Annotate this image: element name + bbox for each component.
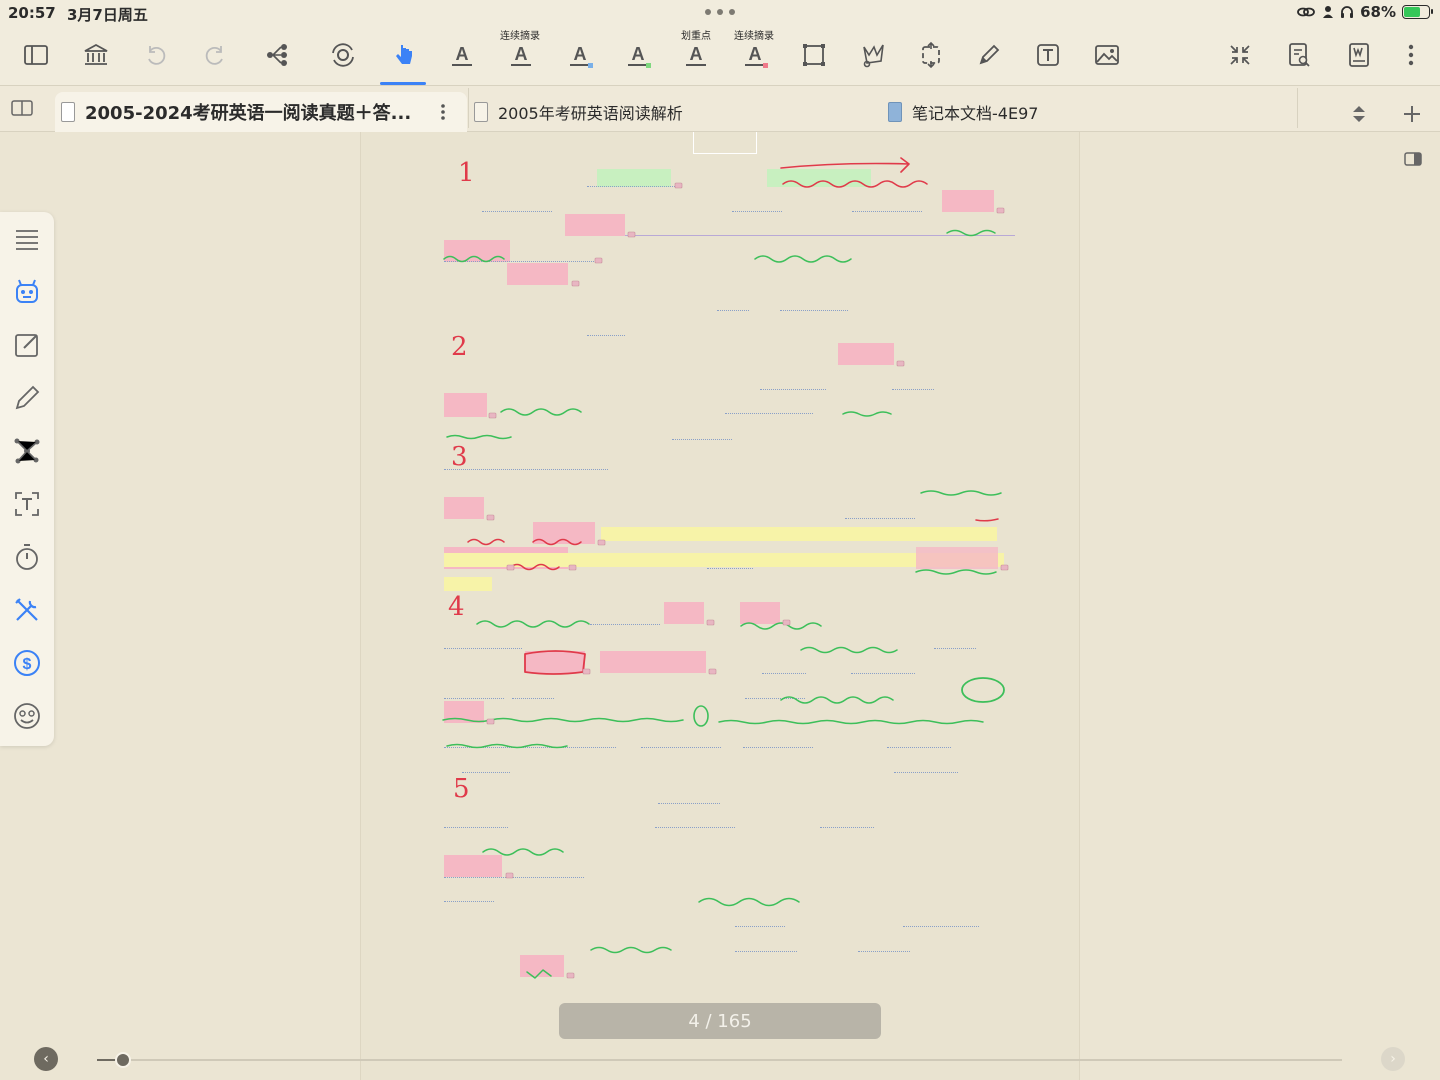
crop-expand-icon[interactable] (914, 38, 948, 72)
document-tab-bar: 2005-2024考研英语一阅读真题＋答... 2005年考研英语阅读解析 笔记… (0, 86, 1440, 132)
page-slider-thumb[interactable] (115, 1052, 131, 1068)
tab-more-icon[interactable] (435, 102, 451, 122)
page-indicator: 4 / 165 (559, 1003, 881, 1039)
person-icon (1323, 6, 1334, 18)
link-icon (1297, 7, 1315, 17)
right-panel-toggle-icon[interactable] (1403, 150, 1423, 172)
status-time: 20:57 (8, 4, 56, 22)
text-highlight-blue-icon[interactable]: A (563, 38, 597, 72)
redo-icon[interactable] (198, 38, 232, 72)
svg-text:A: A (690, 44, 703, 64)
rectangle-select-icon[interactable] (797, 38, 831, 72)
text-highlight-icon[interactable]: A (445, 38, 479, 72)
pdf-page[interactable]: 1 2 3 4 5 (360, 132, 1080, 1080)
split-view-icon[interactable] (10, 96, 38, 120)
undo-icon[interactable] (139, 38, 173, 72)
mindmap-icon[interactable] (260, 38, 294, 72)
svg-text:$: $ (23, 656, 32, 673)
bookmark-book-icon[interactable] (1342, 38, 1376, 72)
svg-text:A: A (749, 44, 762, 64)
gesture-hand-icon[interactable] (386, 38, 420, 72)
document-icon (61, 102, 75, 122)
svg-text:A: A (574, 44, 587, 64)
edit-note-icon[interactable] (10, 328, 44, 362)
continuous-excerpt-red-icon[interactable]: A (738, 38, 772, 72)
tools-icon[interactable] (10, 593, 44, 627)
graph-nodes-icon[interactable] (10, 434, 44, 468)
collapse-icon[interactable] (1223, 38, 1257, 72)
tab-divider (468, 88, 469, 128)
ocr-text-icon[interactable] (10, 487, 44, 521)
tab-title-1: 2005-2024考研英语一阅读真题＋答... (85, 103, 412, 124)
continuous-excerpt-icon[interactable]: A (504, 38, 538, 72)
more-vertical-icon[interactable] (1394, 38, 1428, 72)
svg-text:A: A (632, 44, 645, 64)
tab-title-3: 笔记本文档-4E97 (912, 104, 1039, 123)
document-icon (474, 102, 488, 122)
textbox-icon[interactable] (1031, 38, 1065, 72)
notebook-icon (888, 102, 902, 122)
tab-title-2: 2005年考研英语阅读解析 (498, 104, 683, 123)
svg-text:A: A (515, 44, 528, 64)
tab-3[interactable]: 笔记本文档-4E97 (888, 92, 1288, 132)
next-page-icon[interactable]: › (1381, 1047, 1405, 1071)
left-tool-panel: $ (0, 212, 54, 746)
battery-percent: 68% (1360, 3, 1396, 21)
add-tab-icon[interactable] (1400, 94, 1426, 134)
main-toolbar: A 连续摘录 A A A 划重点 A 连续摘录 A (0, 26, 1440, 86)
sync-settings-icon[interactable] (326, 38, 360, 72)
tab-1[interactable]: 2005-2024考研英语一阅读真题＋答... (55, 92, 467, 132)
emoji-icon[interactable] (10, 699, 44, 733)
status-date: 3月7日周五 (67, 6, 148, 24)
library-icon[interactable] (79, 38, 113, 72)
multitasking-dots-icon[interactable] (705, 9, 735, 17)
timer-icon[interactable] (10, 540, 44, 574)
search-document-icon[interactable] (1282, 38, 1316, 72)
status-indicators: 68% (1296, 3, 1433, 21)
ai-robot-icon[interactable] (10, 275, 44, 309)
highlight-point-icon[interactable]: A (679, 38, 713, 72)
page-scrubber: ‹ › (0, 1040, 1440, 1080)
sort-arrows-icon[interactable] (1347, 94, 1373, 134)
headphones-icon (1341, 6, 1354, 18)
active-tool-indicator (380, 82, 426, 85)
pencil-icon[interactable] (972, 38, 1006, 72)
previous-page-icon[interactable]: ‹ (34, 1047, 58, 1071)
dollar-icon[interactable]: $ (10, 646, 44, 680)
handwriting-layer[interactable] (361, 132, 1081, 1080)
battery-icon (1402, 5, 1433, 19)
lasso-icon[interactable] (856, 38, 890, 72)
page-slider-track[interactable] (97, 1059, 1342, 1061)
text-highlight-green-icon[interactable]: A (621, 38, 655, 72)
image-icon[interactable] (1090, 38, 1124, 72)
status-bar: 20:57 3月7日周五 68% (0, 0, 1440, 26)
pen-icon[interactable] (10, 381, 44, 415)
sidebar-toggle-icon[interactable] (19, 38, 53, 72)
svg-text:A: A (456, 44, 469, 64)
tab-divider (1297, 88, 1298, 128)
outline-list-icon[interactable] (10, 222, 44, 256)
tab-2[interactable]: 2005年考研英语阅读解析 (474, 92, 874, 132)
